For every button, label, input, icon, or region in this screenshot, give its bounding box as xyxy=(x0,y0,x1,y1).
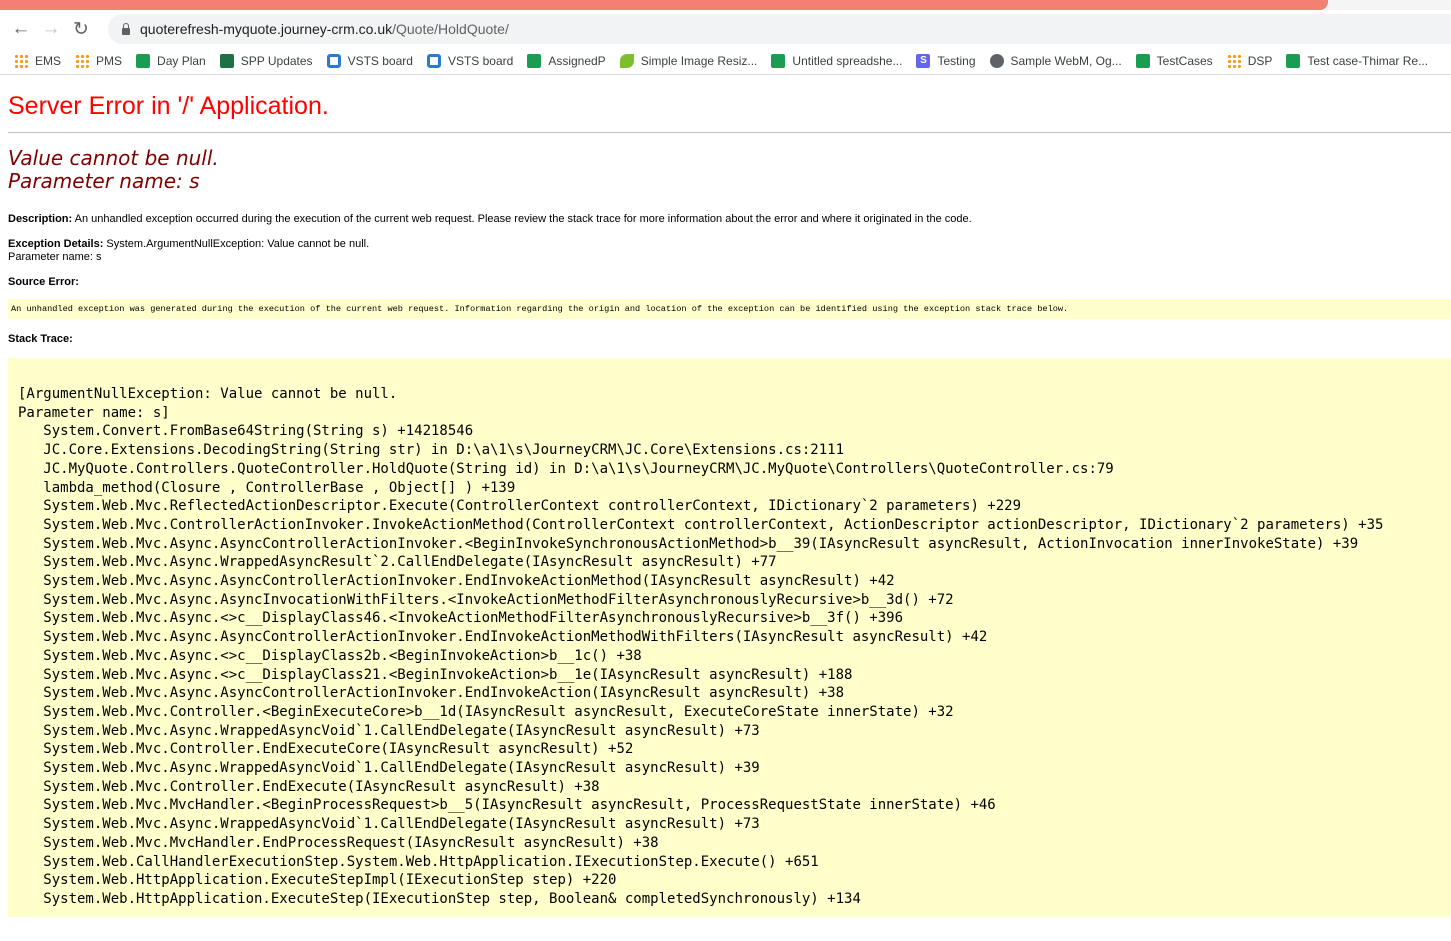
bookmark-pms[interactable]: PMS xyxy=(75,54,122,68)
vsts-icon xyxy=(326,54,341,68)
bookmark-vsts-board[interactable]: VSTS board xyxy=(426,54,514,68)
stack-trace-heading: Stack Trace: xyxy=(8,333,1443,346)
url-path: /Quote/HoldQuote/ xyxy=(392,21,509,37)
bookmark-label: PMS xyxy=(96,54,123,68)
back-icon[interactable]: ← xyxy=(6,18,36,40)
description: Description: An unhandled exception occu… xyxy=(8,213,1443,226)
bookmark-label: Testing xyxy=(937,54,976,68)
sheet-icon xyxy=(771,54,786,68)
bookmark-label: Simple Image Resiz... xyxy=(640,54,758,68)
error-message: Value cannot be null. Parameter name: s xyxy=(8,147,1443,193)
bookmark-day-plan[interactable]: Day Plan xyxy=(136,54,206,68)
bookmark-label: Test case-Thimar Re... xyxy=(1307,54,1429,68)
bookmark-sample-webm-og[interactable]: Sample WebM, Og... xyxy=(989,54,1122,68)
s-icon: S xyxy=(916,54,931,68)
bookmark-label: DSP xyxy=(1247,54,1273,68)
description-label: Description: xyxy=(8,213,73,225)
sheet-icon xyxy=(527,54,542,68)
vsts-icon xyxy=(426,54,441,68)
grid-icon xyxy=(75,54,90,68)
exception-text: System.ArgumentNullException: Value cann… xyxy=(103,238,370,250)
sheet-icon xyxy=(1135,54,1150,68)
error-page: Server Error in '/' Application. Value c… xyxy=(0,92,1451,917)
bookmark-testing[interactable]: S Testing xyxy=(916,54,976,68)
bookmark-label: Day Plan xyxy=(157,54,206,68)
bookmark-label: Sample WebM, Og... xyxy=(1010,54,1122,68)
bookmark-untitled-spreadshe[interactable]: Untitled spreadshe... xyxy=(771,54,902,68)
bookmark-label: VSTS board xyxy=(447,54,514,68)
exception-label: Exception Details: xyxy=(8,238,104,250)
forward-icon[interactable]: → xyxy=(36,18,66,40)
tab-strip xyxy=(0,0,1451,10)
bookmark-test-case-thimar-re[interactable]: Test case-Thimar Re... xyxy=(1286,54,1428,68)
address-bar[interactable]: quoterefresh-myquote.journey-crm.co.uk/Q… xyxy=(108,14,1451,44)
bookmark-dsp[interactable]: DSP xyxy=(1226,54,1273,68)
bookmark-vsts-board[interactable]: VSTS board xyxy=(326,54,413,68)
grid-icon xyxy=(1226,54,1241,68)
sheet-icon xyxy=(136,54,151,68)
bookmark-assignedp[interactable]: AssignedP xyxy=(527,54,606,68)
tab-group-bar[interactable] xyxy=(0,0,1328,10)
error-line-1: Value cannot be null. xyxy=(8,146,219,170)
bookmark-ems[interactable]: EMS xyxy=(14,54,61,68)
stack-trace-box: [ArgumentNullException: Value cannot be … xyxy=(8,358,1451,917)
description-text: An unhandled exception occurred during t… xyxy=(72,213,972,225)
page-title: Server Error in '/' Application. xyxy=(8,92,1451,133)
stack-trace-label: Stack Trace: xyxy=(8,333,73,345)
error-line-2: Parameter name: s xyxy=(8,169,200,193)
grid-icon xyxy=(14,54,28,68)
bookmark-testcases[interactable]: TestCases xyxy=(1135,54,1213,68)
bookmarks-bar: EMS PMS Day Plan SPP Updates VSTS board VSTS … xyxy=(0,48,1451,75)
globe-icon xyxy=(989,54,1004,68)
exception-details: Exception Details: System.ArgumentNullEx… xyxy=(8,238,1443,264)
source-error-heading: Source Error: xyxy=(8,276,1443,289)
bookmark-label: EMS xyxy=(35,54,62,68)
bookmark-simple-image-resiz[interactable]: Simple Image Resiz... xyxy=(619,54,758,68)
excel-icon xyxy=(219,54,234,68)
sheet-icon xyxy=(1286,54,1301,68)
exception-param: Parameter name: s xyxy=(8,251,102,263)
bookmark-label: SPP Updates xyxy=(240,54,313,68)
bookmark-label: TestCases xyxy=(1156,54,1213,68)
bookmark-label: Untitled spreadshe... xyxy=(792,54,903,68)
leaf-icon xyxy=(619,54,634,68)
source-error-box: An unhandled exception was generated dur… xyxy=(8,299,1451,319)
url-host: quoterefresh-myquote.journey-crm.co.uk xyxy=(140,21,393,37)
source-error-label: Source Error: xyxy=(8,276,79,288)
reload-icon[interactable]: ↻ xyxy=(66,18,96,41)
lock-icon xyxy=(122,22,130,35)
browser-toolbar: ← → ↻ quoterefresh-myquote.journey-crm.c… xyxy=(0,10,1451,48)
bookmark-spp-updates[interactable]: SPP Updates xyxy=(219,54,313,68)
bookmark-label: AssignedP xyxy=(548,54,606,68)
bookmark-label: VSTS board xyxy=(347,54,413,68)
